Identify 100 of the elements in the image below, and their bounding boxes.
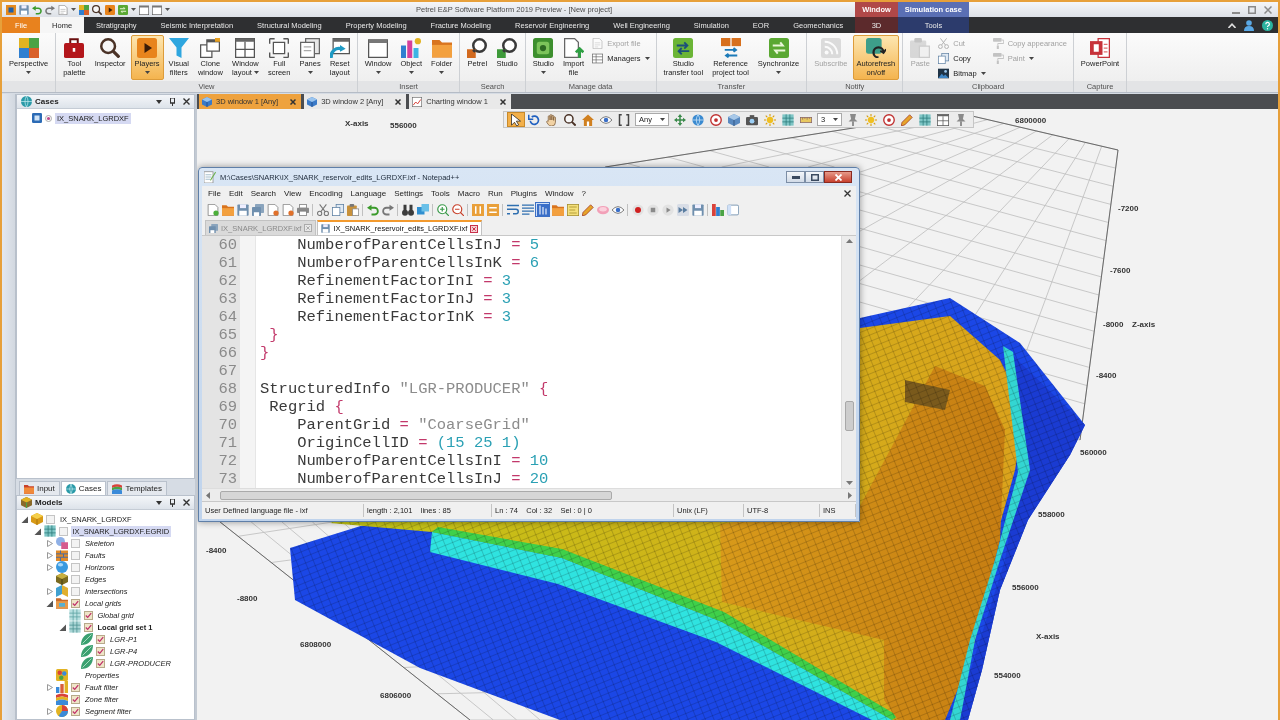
- panel-tab[interactable]: Input: [19, 481, 60, 495]
- house-icon: [582, 113, 594, 126]
- menu-item[interactable]: Tools: [427, 188, 454, 199]
- window-icon[interactable]: [139, 4, 149, 15]
- checkbox[interactable]: [71, 694, 80, 704]
- close-icon[interactable]: [290, 98, 297, 105]
- radio-icon[interactable]: [45, 114, 52, 122]
- undo-arrow-icon[interactable]: [32, 4, 42, 15]
- panel-tab[interactable]: Templates: [107, 481, 167, 495]
- scissors-icon: [938, 37, 950, 49]
- menu-item[interactable]: Settings: [390, 188, 428, 199]
- checkbox[interactable]: [71, 598, 80, 608]
- person-icon[interactable]: [1244, 19, 1254, 31]
- menu-item[interactable]: Plugins: [506, 188, 541, 199]
- cube-icon: [21, 497, 32, 508]
- checkbox[interactable]: [83, 622, 93, 632]
- play-icon[interactable]: [105, 4, 115, 15]
- expander-icon[interactable]: [46, 599, 53, 607]
- menu-item[interactable]: Language: [346, 188, 391, 199]
- line-number: 67: [218, 362, 237, 380]
- expander-icon[interactable]: [33, 527, 41, 535]
- checkbox[interactable]: [71, 574, 80, 584]
- leaf-icon: [81, 633, 93, 645]
- toolbar-button[interactable]: [507, 112, 525, 127]
- menu-item[interactable]: Encoding: [305, 188, 347, 199]
- checkbox[interactable]: [71, 682, 80, 692]
- toolbar-button[interactable]: [400, 202, 415, 217]
- copy-icon: [938, 52, 950, 64]
- redo-arrow-icon[interactable]: [45, 4, 55, 15]
- close-icon[interactable]: [844, 190, 851, 197]
- menu-item[interactable]: Window: [540, 188, 578, 199]
- maximize-button[interactable]: [805, 171, 824, 183]
- checkbox[interactable]: [96, 646, 105, 656]
- checkbox[interactable]: [58, 526, 68, 536]
- checkbox[interactable]: [96, 634, 105, 644]
- window-icon[interactable]: [152, 4, 162, 15]
- tiles-icon[interactable]: [79, 4, 89, 15]
- scroll-arrow-icon[interactable]: [206, 491, 210, 499]
- eye-icon: [600, 113, 612, 126]
- square-logo-icon[interactable]: [6, 4, 16, 15]
- checkbox[interactable]: [46, 514, 55, 524]
- menu-item[interactable]: File: [204, 188, 225, 199]
- toolbar-button[interactable]: [345, 202, 360, 217]
- checkbox[interactable]: [96, 658, 105, 668]
- close-button[interactable]: [824, 171, 852, 183]
- menu-item[interactable]: Search: [246, 188, 281, 199]
- caret-icon[interactable]: [156, 500, 162, 505]
- pin-icon: [847, 113, 860, 126]
- maximize-icon[interactable]: [1248, 5, 1256, 14]
- grid-icon: [68, 621, 81, 633]
- checkbox[interactable]: [83, 610, 93, 620]
- menu-item[interactable]: View: [280, 188, 306, 199]
- scrollbar-thumb[interactable]: [220, 490, 612, 500]
- toolbar-button[interactable]: [450, 202, 465, 217]
- clipboard-icon: [346, 203, 359, 216]
- code-line: NumberofParentCellsInJ = 5: [296, 236, 540, 254]
- vertical-scrollbar[interactable]: [841, 236, 856, 488]
- scrollbar-thumb[interactable]: [844, 401, 854, 431]
- expander-icon[interactable]: [21, 515, 28, 523]
- panel-tab[interactable]: Cases: [60, 481, 107, 495]
- document-icon[interactable]: [58, 4, 68, 15]
- scroll-arrow-icon[interactable]: [845, 239, 853, 243]
- minimize-icon: [791, 175, 800, 179]
- checkbox[interactable]: [71, 706, 80, 716]
- framed-square-icon[interactable]: [32, 113, 42, 123]
- checkbox[interactable]: [71, 538, 80, 548]
- toolbar-button[interactable]: [561, 112, 579, 127]
- menu-item[interactable]: ?: [577, 188, 590, 199]
- checkbox[interactable]: [71, 562, 80, 572]
- panel-title: Cases: [35, 96, 59, 107]
- caret-icon: [71, 8, 76, 11]
- minimize-button[interactable]: [786, 171, 805, 183]
- close-icon[interactable]: [470, 224, 479, 233]
- close-icon[interactable]: [395, 98, 402, 105]
- horizontal-scrollbar[interactable]: [202, 488, 856, 501]
- chevron-up-icon[interactable]: [1228, 22, 1236, 28]
- caret-icon[interactable]: [156, 99, 162, 104]
- close-icon[interactable]: [183, 98, 190, 105]
- pie-icon: [56, 705, 68, 717]
- magnifier-icon[interactable]: [92, 4, 102, 15]
- expander-icon[interactable]: [58, 623, 66, 631]
- checkbox[interactable]: [71, 550, 80, 560]
- close-icon[interactable]: [499, 98, 506, 105]
- checkbox[interactable]: [71, 586, 80, 596]
- pin-icon[interactable]: [170, 498, 175, 507]
- menu-item[interactable]: Edit: [224, 188, 247, 199]
- close-icon[interactable]: [183, 499, 190, 506]
- menu-item[interactable]: Macro: [453, 188, 485, 199]
- folder-icon: [551, 203, 564, 216]
- toolbar-button[interactable]: [505, 202, 520, 217]
- menu-item[interactable]: Run: [484, 188, 507, 199]
- panel-title: Models: [35, 497, 63, 508]
- pin-icon[interactable]: [170, 97, 175, 106]
- copy-icon: [331, 203, 344, 216]
- code-line: RefinementFactorInJ = 3: [296, 290, 512, 308]
- toolbar-button[interactable]: [630, 202, 645, 217]
- lines-icon: [521, 203, 534, 216]
- folder-icon: [24, 483, 34, 494]
- play-icon: [137, 38, 158, 58]
- help-icon[interactable]: [1262, 19, 1273, 31]
